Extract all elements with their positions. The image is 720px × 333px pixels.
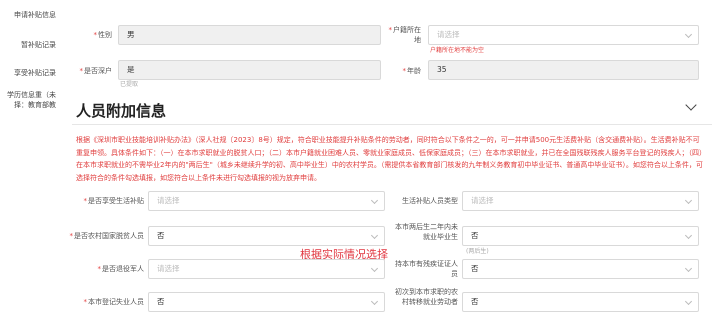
age-label: *年龄 (402, 67, 422, 75)
chevron-down-icon (684, 297, 693, 306)
subsidy-target-select[interactable]: 请选择 (148, 191, 385, 211)
subsidy-target-label: *是否享受生活补贴 (83, 197, 145, 205)
household-select[interactable]: 请选择 (428, 25, 699, 45)
chevron-down-icon (370, 264, 379, 273)
disability-cert-select[interactable]: 否 (462, 259, 699, 279)
subsidy-type-select[interactable]: 请选择 (462, 191, 699, 211)
sidebar-item-subsidy-record[interactable]: 享受补贴记录 (14, 68, 56, 78)
guardian-field[interactable]: 是 (118, 60, 381, 80)
graduate-2yr-hint: (两后生) (466, 248, 489, 255)
subsidy-notice: 根据《深圳市职业技能培训补贴办法》（深人社规〔2023〕8号）规定，符合职业技能… (76, 136, 703, 182)
guardian-label: *是否深户 (79, 67, 113, 75)
national-poverty-select[interactable]: 否 (148, 226, 385, 246)
section-divider (72, 124, 712, 125)
veteran-label: *是否退役军人 (97, 265, 145, 273)
rural-transfer-label: 初次到本市求职的农村转移就业劳动者 (395, 288, 458, 306)
graduate-2yr-select[interactable]: 否 (462, 226, 699, 246)
subsidy-type-label: 生活补贴人员类型 (402, 197, 458, 205)
chevron-down-icon (370, 297, 379, 306)
chevron-down-icon (370, 196, 379, 205)
chevron-down-icon (370, 231, 379, 240)
household-label: *户籍所在地 (388, 26, 422, 44)
chevron-down-icon (684, 231, 693, 240)
registered-unemployed-label: *本市登记失业人员 (83, 298, 145, 306)
age-field[interactable]: 35 (428, 60, 699, 80)
guardian-hint: 已提取 (120, 81, 139, 88)
graduate-2yr-label: 本市两后生二年内未就业毕业生 (395, 223, 458, 241)
main-content: *性别 男 *户籍所在地 请选择 户籍所在地不能为空 *是否深户 是 已提取 *… (62, 0, 720, 333)
national-poverty-label: *是否农村国家脱贫人员 (69, 232, 145, 240)
disability-cert-label: 持本市有残疾证证人员 (395, 260, 458, 278)
sidebar-nav: 申请补贴信息 暂补贴记录 享受补贴记录 学历信息重（未择：教育部教 (0, 0, 62, 333)
section-title: 人员附加信息 (76, 102, 167, 120)
household-error: 户籍所在地不能为空 (430, 47, 485, 54)
chevron-down-icon[interactable] (685, 99, 697, 111)
chevron-down-icon (684, 264, 693, 273)
gender-label: *性别 (93, 31, 113, 39)
registered-unemployed-select[interactable]: 否 (148, 292, 385, 312)
sidebar-item-apply-info[interactable]: 申请补贴信息 (14, 10, 56, 20)
sidebar-item-education[interactable]: 学历信息重（未择：教育部教 (0, 90, 56, 110)
rural-transfer-select[interactable]: 否 (462, 292, 699, 312)
sidebar-item-temp-subsidy[interactable]: 暂补贴记录 (21, 40, 56, 50)
chevron-down-icon (684, 30, 693, 39)
veteran-select[interactable]: 请选择 (148, 259, 385, 279)
gender-select[interactable]: 男 (118, 25, 381, 45)
chevron-down-icon (684, 196, 693, 205)
